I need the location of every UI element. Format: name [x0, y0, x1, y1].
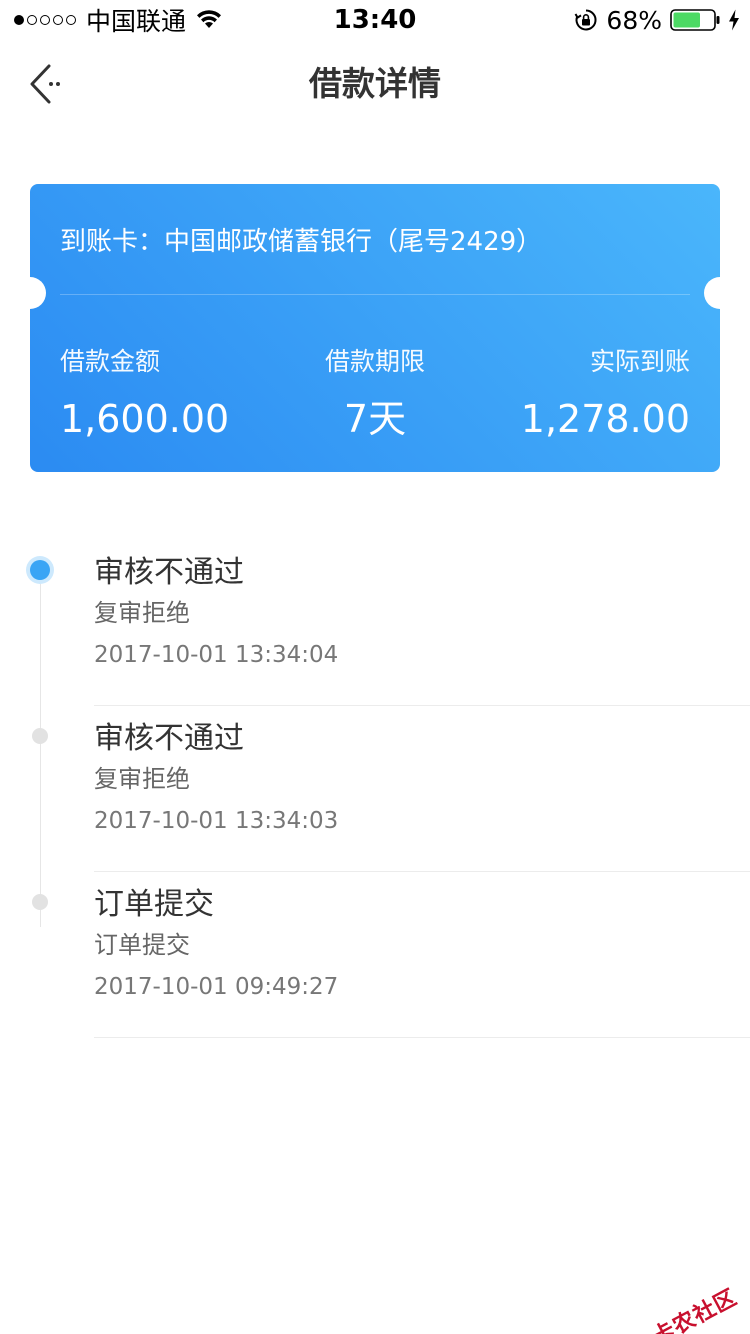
loan-summary-card: 到账卡：中国邮政储蓄银行（尾号2429） 借款金额 1,600.00 借款期限 … — [30, 184, 720, 472]
timeline-separator — [94, 1037, 750, 1038]
timeline-item-subtitle: 复审拒绝 — [94, 765, 190, 793]
card-notch-left — [30, 277, 46, 309]
timeline-item: 审核不通过 复审拒绝 2017-10-01 13:34:03 — [0, 706, 750, 872]
watermark-text: 卡农社区 — [648, 1285, 742, 1334]
deposit-account: 到账卡：中国邮政储蓄银行（尾号2429） — [60, 222, 542, 262]
charging-bolt-icon — [729, 9, 739, 31]
actual-received: 实际到账 1,278.00 — [521, 344, 690, 446]
actual-received-value: 1,278.00 — [520, 397, 690, 441]
battery-icon — [670, 9, 720, 31]
timeline-item-time: 2017-10-01 09:49:27 — [94, 974, 339, 1000]
deposit-account-value: 中国邮政储蓄银行（尾号2429） — [164, 227, 543, 257]
timeline-item-subtitle: 订单提交 — [94, 931, 190, 959]
rotation-lock-icon — [575, 9, 597, 31]
card-divider — [60, 294, 690, 295]
timeline-dot-active — [30, 560, 50, 580]
timeline-item-time: 2017-10-01 13:34:04 — [94, 642, 339, 668]
loan-detail-page: 中国联通 13:40 68% 借款详情 到账卡：中国邮政储蓄银行（尾号2429）… — [0, 0, 750, 1334]
page-title: 借款详情 — [309, 64, 441, 103]
status-right: 68% — [574, 4, 740, 36]
timeline-item: 审核不通过 复审拒绝 2017-10-01 13:34:04 — [0, 540, 750, 706]
timeline-dot — [32, 894, 48, 910]
watermark: 卡农社区 — [619, 1280, 742, 1334]
status-bar: 中国联通 13:40 68% — [0, 0, 750, 40]
actual-received-label: 实际到账 — [589, 347, 690, 376]
deposit-account-label: 到账卡： — [60, 227, 165, 257]
timeline-item-title: 订单提交 — [94, 887, 214, 922]
timeline-item-title: 审核不通过 — [94, 721, 244, 756]
card-notch-right — [704, 277, 720, 309]
status-timeline: 审核不通过 复审拒绝 2017-10-01 13:34:04 审核不通过 复审拒… — [0, 540, 750, 1038]
timeline-dot — [32, 728, 48, 744]
timeline-item-subtitle: 复审拒绝 — [94, 599, 190, 627]
timeline-item-time: 2017-10-01 13:34:03 — [94, 808, 339, 834]
battery-percent: 68% — [606, 5, 662, 35]
navigation-bar: 借款详情 — [0, 40, 750, 128]
timeline-item-title: 审核不通过 — [94, 555, 244, 590]
timeline-item: 订单提交 订单提交 2017-10-01 09:49:27 — [0, 872, 750, 1038]
